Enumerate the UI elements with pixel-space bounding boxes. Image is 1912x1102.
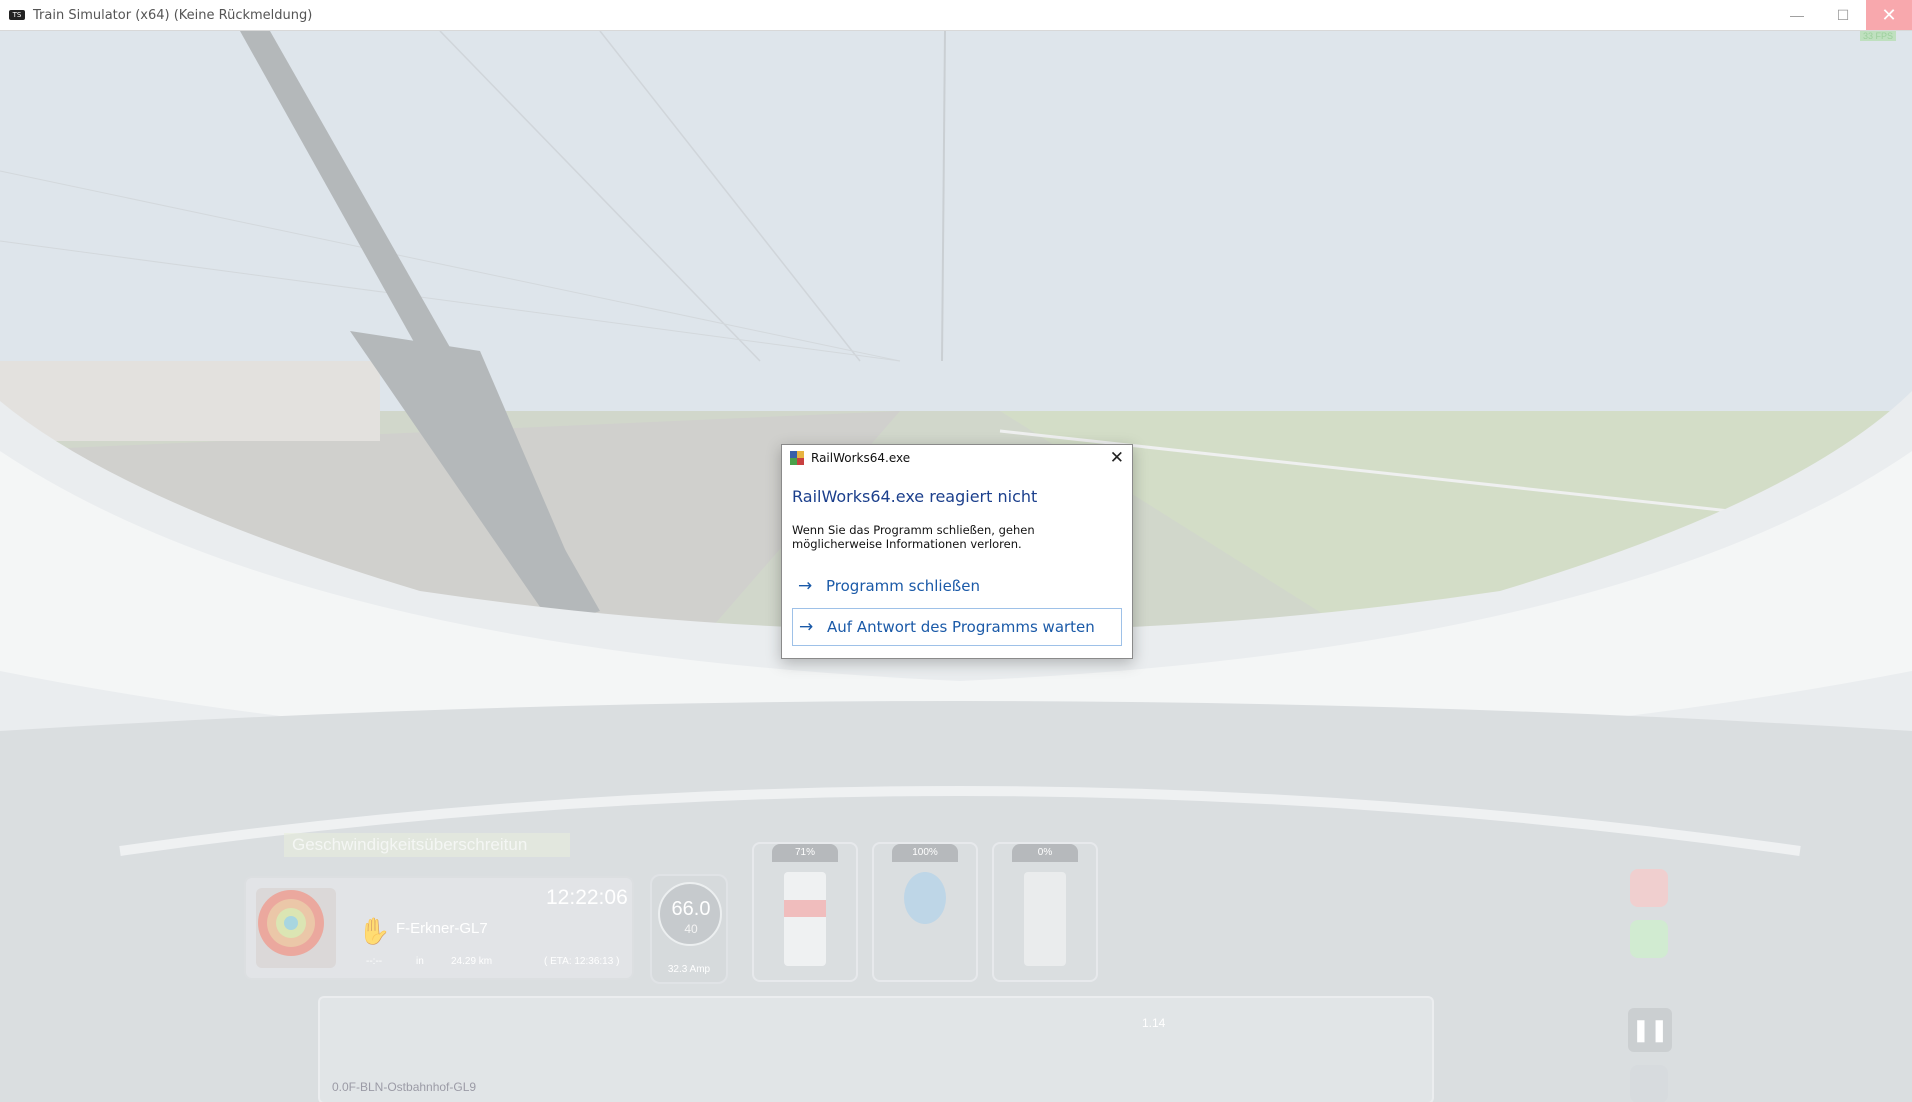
maximize-button[interactable]: ☐ bbox=[1820, 0, 1866, 30]
wait-for-program-label: Auf Antwort des Programms warten bbox=[827, 618, 1095, 636]
arrow-right-icon: → bbox=[798, 576, 813, 596]
dialog-titlebar: RailWorks64.exe ✕ bbox=[782, 445, 1132, 471]
window-titlebar: TS Train Simulator (x64) (Keine Rückmeld… bbox=[0, 0, 1912, 31]
close-window-button[interactable]: ✕ bbox=[1866, 0, 1912, 30]
dialog-message: Wenn Sie das Programm schließen, gehen m… bbox=[792, 523, 1035, 551]
railworks-app-icon bbox=[790, 451, 804, 465]
train-simulator-app-icon: TS bbox=[9, 10, 25, 20]
app-icon-text: TS bbox=[12, 11, 22, 19]
close-program-label: Programm schließen bbox=[826, 577, 980, 595]
arrow-right-icon: → bbox=[799, 617, 814, 637]
minimize-button[interactable]: — bbox=[1774, 0, 1820, 30]
window-title: Train Simulator (x64) (Keine Rückmeldung… bbox=[33, 7, 313, 23]
close-program-option[interactable]: → Programm schließen bbox=[792, 567, 1122, 605]
fps-badge: 33 FPS bbox=[1859, 31, 1896, 41]
dialog-heading: RailWorks64.exe reagiert nicht bbox=[792, 487, 1038, 506]
wait-for-program-option[interactable]: → Auf Antwort des Programms warten bbox=[792, 608, 1122, 646]
dialog-title: RailWorks64.exe bbox=[811, 451, 911, 465]
not-responding-dialog: RailWorks64.exe ✕ RailWorks64.exe reagie… bbox=[781, 444, 1133, 659]
dialog-close-icon[interactable]: ✕ bbox=[1110, 448, 1124, 468]
